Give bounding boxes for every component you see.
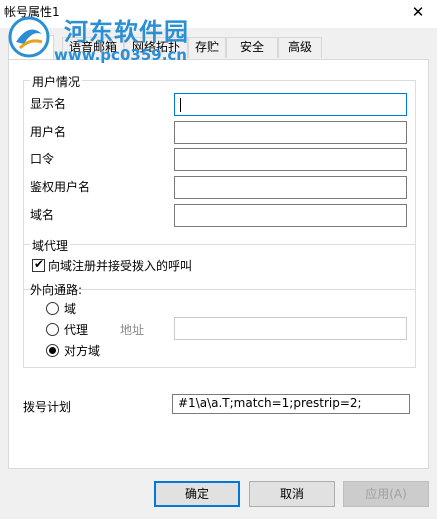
title-bar: 帐号属性1 ✕ [0, 0, 437, 28]
password-input[interactable] [174, 148, 407, 171]
radio-target-domain-label[interactable]: 对方域 [64, 342, 100, 359]
outbound-route-label: 外向通路: [30, 283, 83, 297]
user-info-title: 用户情况 [30, 73, 83, 90]
window-title: 帐号属性1 [4, 5, 60, 19]
domain-label: 域名 [30, 208, 55, 222]
domain-input[interactable] [174, 204, 407, 227]
domain-proxy-title: 域代理 [30, 237, 71, 254]
register-checkbox[interactable]: ✔ [32, 257, 45, 272]
username-label: 用户名 [30, 125, 67, 139]
password-label: 口令 [30, 152, 55, 166]
close-icon[interactable]: ✕ [407, 2, 429, 22]
tab-panel-account: 用户情况 显示名 用户名 口令 鉴权用户名 域名 域代理 ✔ 向域注册并接受拨入… [8, 59, 429, 469]
username-input[interactable] [174, 121, 407, 144]
domain-proxy-group: 域代理 ✔ 向域注册并接受拨入的呼叫 外向通路: 域 代理 地址 对方域 [23, 237, 416, 368]
register-checkbox-label[interactable]: 向域注册并接受拨入的呼叫 [48, 257, 192, 274]
radio-proxy-label[interactable]: 代理 [64, 321, 88, 338]
radio-selected-dot [49, 347, 56, 354]
text-caret [180, 98, 181, 112]
radio-target-domain[interactable] [46, 344, 59, 357]
tab-security[interactable]: 安全 [226, 37, 278, 58]
tab-advanced[interactable]: 高级 [278, 37, 322, 58]
tab-network-topology[interactable]: 网络拓扑 [124, 37, 188, 58]
proxy-address-input[interactable] [174, 317, 407, 340]
tab-account[interactable]: 帐号 [8, 35, 54, 59]
display-name-input[interactable] [174, 93, 407, 116]
dial-plan-label: 拨号计划 [23, 400, 72, 414]
apply-button[interactable]: 应用(A) [343, 481, 429, 507]
radio-proxy[interactable] [46, 323, 59, 336]
auth-username-label: 鉴权用户名 [30, 180, 91, 194]
radio-domain[interactable] [46, 302, 59, 315]
address-label: 地址 [120, 323, 145, 337]
radio-domain-label[interactable]: 域 [64, 300, 76, 317]
cancel-button[interactable]: 取消 [249, 481, 335, 507]
ok-button[interactable]: 确定 [154, 481, 240, 507]
checkmark-icon: ✔ [33, 257, 45, 271]
dial-plan-input[interactable]: #1\a\a.T;match=1;prestrip=2; [172, 394, 410, 414]
display-name-label: 显示名 [30, 97, 67, 111]
auth-username-input[interactable] [174, 176, 407, 199]
tab-storage[interactable]: 存贮 [188, 37, 226, 58]
tab-voicemail[interactable]: 语音邮箱 [62, 37, 124, 58]
